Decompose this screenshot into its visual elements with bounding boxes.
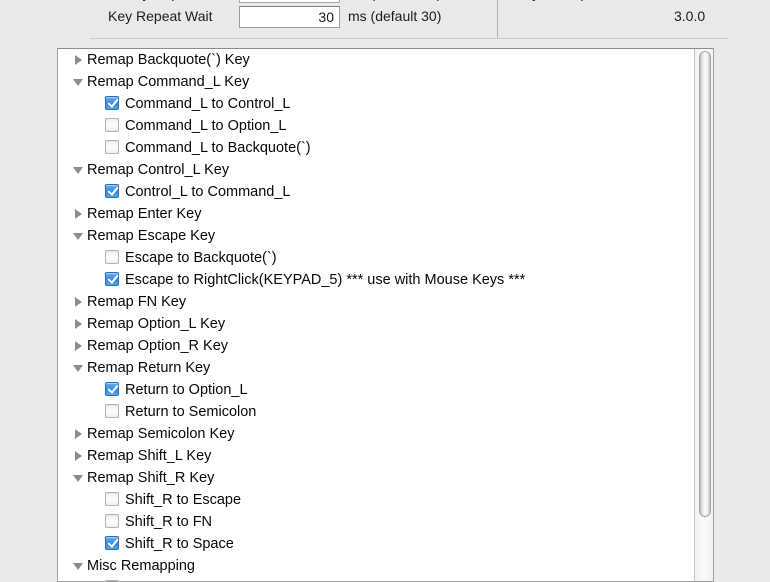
scrollbar-thumb[interactable]	[699, 51, 711, 517]
checkbox-unchecked-icon[interactable]	[105, 514, 119, 529]
key-repeat-wait-label: Key Repeat Wait	[108, 8, 213, 24]
tree-row-label: Remap Shift_R Key	[87, 470, 215, 486]
tree-row-label: Command_L to Backquote(`)	[125, 140, 311, 156]
tree-group-row[interactable]: Misc Remapping	[58, 555, 694, 577]
tree-row-label: Remap Option_L Key	[87, 316, 226, 332]
checkbox-checked-icon[interactable]	[105, 96, 119, 111]
checkbox-checked-icon[interactable]	[105, 382, 119, 397]
tree-checkbox-row[interactable]: Control_L to Command_L	[58, 181, 694, 203]
remap-tree-list[interactable]: Remap Backquote(`) Key Remap Command_L Ke…	[58, 49, 694, 581]
tree-row-label: Remap Command_L Key	[87, 74, 250, 90]
tree-row-label: Remap Control_L Key	[87, 162, 230, 178]
tree-checkbox-row[interactable]: Shift_R to Space	[58, 533, 694, 555]
key-repeat-wait-row: Key Repeat Wait 30 ms (default 30) 3.0.0	[0, 5, 770, 31]
tree-group-row[interactable]: Remap Backquote(`) Key	[58, 49, 694, 71]
horizontal-divider	[90, 38, 728, 39]
checkbox-unchecked-icon[interactable]	[105, 580, 119, 581]
checkbox-unchecked-icon[interactable]	[105, 140, 119, 155]
vertical-scrollbar[interactable]	[694, 49, 713, 581]
tree-checkbox-row[interactable]: Escape to Backquote(`)	[58, 247, 694, 269]
tree-row-label: Command_L to Option_L	[125, 118, 287, 134]
remap-tree-panel: Remap Backquote(`) Key Remap Command_L Ke…	[57, 48, 714, 582]
version-label: 3.0.0	[674, 8, 706, 24]
tree-group-row[interactable]: Remap FN Key	[58, 291, 694, 313]
tree-row-label: Remap Backquote(`) Key	[87, 52, 250, 68]
checkbox-checked-icon[interactable]	[105, 536, 119, 551]
tree-row-label: Shift_R to Space	[125, 536, 234, 552]
tree-row-label: Control_L to Command_L	[125, 184, 291, 200]
checkbox-checked-icon[interactable]	[105, 272, 119, 287]
vertical-divider	[497, 0, 498, 38]
tree-row-label: Remap Escape Key	[87, 228, 216, 244]
tree-group-row[interactable]: Remap Command_L Key	[58, 71, 694, 93]
tree-checkbox-row[interactable]: Return to Option_L	[58, 379, 694, 401]
chevron-right-icon[interactable]	[73, 203, 85, 225]
tree-row-label: Return to Semicolon	[125, 404, 257, 420]
tree-checkbox-row[interactable]: Shift_R to FN	[58, 511, 694, 533]
checkbox-unchecked-icon[interactable]	[105, 492, 119, 507]
checkbox-unchecked-icon[interactable]	[105, 250, 119, 265]
clipped-settings-row: Key Repeat Rate ms (default 50) Key Rema…	[0, 0, 770, 3]
chevron-right-icon[interactable]	[73, 445, 85, 467]
tree-row-label: Remap Semicolon Key	[87, 426, 235, 442]
chevron-down-icon[interactable]	[73, 159, 85, 181]
key-repeat-wait-input[interactable]: 30	[239, 6, 340, 28]
tree-group-row[interactable]: Remap Escape Key	[58, 225, 694, 247]
tree-row-label: Remap Enter Key	[87, 206, 202, 222]
chevron-right-icon[interactable]	[73, 313, 85, 335]
tree-group-row[interactable]: Remap Option_L Key	[58, 313, 694, 335]
chevron-right-icon[interactable]	[73, 335, 85, 357]
tree-row-label: Remap Return Key	[87, 360, 211, 376]
tree-checkbox-row[interactable]: Shift_R to Escape	[58, 489, 694, 511]
tree-group-row[interactable]: Remap Option_R Key	[58, 335, 694, 357]
checkbox-unchecked-icon[interactable]	[105, 118, 119, 133]
tree-group-row[interactable]: Remap Semicolon Key	[58, 423, 694, 445]
key-repeat-wait-unit: ms (default 30)	[348, 8, 442, 24]
tree-checkbox-row[interactable]: Escape to RightClick(KEYPAD_5) *** use w…	[58, 269, 694, 291]
tree-group-row[interactable]: Remap Enter Key	[58, 203, 694, 225]
tree-checkbox-row[interactable]: Command_L to Control_L	[58, 93, 694, 115]
checkbox-checked-icon[interactable]	[105, 184, 119, 199]
tree-row-label: Return to Option_L	[125, 382, 248, 398]
chevron-down-icon[interactable]	[73, 555, 85, 577]
settings-top-strip: Key Repeat Rate ms (default 50) Key Rema…	[0, 0, 770, 39]
tree-row-label: Escape to Backquote(`)	[125, 250, 277, 266]
tree-row-label: Misc Remapping	[87, 558, 195, 574]
tree-row-label: Escape to RightClick(KEYPAD_5) *** use w…	[125, 272, 526, 288]
chevron-down-icon[interactable]	[73, 357, 85, 379]
tree-group-row[interactable]: Remap Shift_L Key	[58, 445, 694, 467]
tree-checkbox-row[interactable]: Command_L to Backquote(`)	[58, 137, 694, 159]
tree-group-row[interactable]: Remap Control_L Key	[58, 159, 694, 181]
tree-checkbox-row[interactable]: Return to Semicolon	[58, 401, 694, 423]
key-repeat-rate-unit: ms (default 50)	[348, 0, 441, 1]
tree-row-label: Command_L to Control_L	[125, 96, 291, 112]
tree-row-label: Remap Shift_L Key	[87, 448, 212, 464]
key-repeat-rate-label: Key Repeat Rate	[125, 0, 232, 1]
tree-row-label: Shift_R to Escape	[125, 492, 242, 508]
app-title: Key Remap4MacBook	[515, 0, 654, 1]
tree-group-row[interactable]: Remap Return Key	[58, 357, 694, 379]
chevron-right-icon[interactable]	[73, 423, 85, 445]
chevron-down-icon[interactable]	[73, 467, 85, 489]
chevron-down-icon[interactable]	[73, 225, 85, 247]
checkbox-unchecked-icon[interactable]	[105, 404, 119, 419]
tree-checkbox-row[interactable]: Command_L to Option_L	[58, 115, 694, 137]
chevron-down-icon[interactable]	[73, 71, 85, 93]
tree-row-label: Remap FN Key	[87, 294, 187, 310]
tree-row-label: Shift_R to FN	[125, 514, 213, 530]
chevron-right-icon[interactable]	[73, 291, 85, 313]
tree-row-label: Remap Option_R Key	[87, 338, 229, 354]
tree-group-row[interactable]: Remap Shift_R Key	[58, 467, 694, 489]
key-repeat-rate-input[interactable]	[239, 0, 340, 3]
chevron-right-icon[interactable]	[73, 49, 85, 71]
